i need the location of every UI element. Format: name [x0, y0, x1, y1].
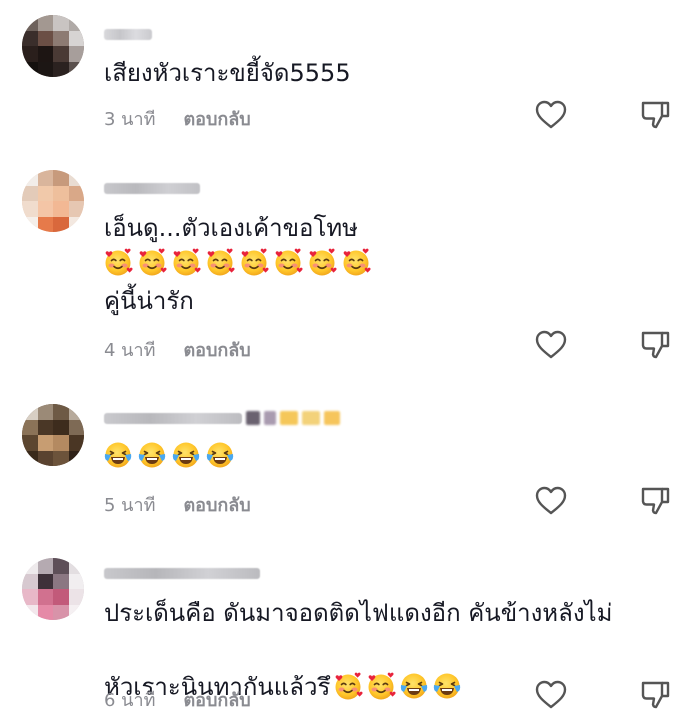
reply-button[interactable]: ตอบกลับ	[183, 685, 250, 714]
comment-meta: 3 นาที ตอบกลับ	[104, 104, 251, 133]
comment-meta: 5 นาที ตอบกลับ	[104, 490, 251, 519]
emoji-row	[103, 247, 371, 277]
comment-text: เอ็นดู...ตัวเองเค้าขอโทษ	[104, 214, 358, 242]
smiling-face-with-hearts-emoji	[366, 671, 396, 701]
heart-icon[interactable]	[534, 98, 568, 132]
avatar[interactable]	[22, 170, 84, 232]
emoji-inline	[330, 673, 462, 701]
smiling-face-with-hearts-emoji	[341, 247, 371, 277]
dislike-icon[interactable]	[639, 98, 673, 132]
username[interactable]	[104, 180, 200, 196]
timestamp: 6 นาที	[104, 690, 156, 711]
emoji-row	[103, 440, 235, 470]
dislike-icon[interactable]	[639, 484, 673, 518]
avatar[interactable]	[22, 404, 84, 466]
smiling-face-with-hearts-emoji	[239, 247, 269, 277]
username[interactable]	[104, 565, 260, 581]
smiling-face-with-hearts-emoji	[333, 671, 363, 701]
avatar[interactable]	[22, 15, 84, 77]
reply-button[interactable]: ตอบกลับ	[183, 335, 250, 364]
reply-button[interactable]: ตอบกลับ	[183, 104, 250, 133]
comment-meta: 4 นาที ตอบกลับ	[104, 335, 251, 364]
heart-icon[interactable]	[534, 328, 568, 362]
dislike-icon[interactable]	[639, 678, 673, 712]
face-with-tears-of-joy-emoji	[205, 440, 235, 470]
smiling-face-with-hearts-emoji	[205, 247, 235, 277]
dislike-icon[interactable]	[639, 328, 673, 362]
comment-text: เสียงหัวเราะขยี้จัด5555	[104, 59, 351, 87]
heart-icon[interactable]	[534, 484, 568, 518]
smiling-face-with-hearts-emoji	[273, 247, 303, 277]
smiling-face-with-hearts-emoji	[137, 247, 167, 277]
smiling-face-with-hearts-emoji	[103, 247, 133, 277]
smiling-face-with-hearts-emoji	[171, 247, 201, 277]
timestamp: 3 นาที	[104, 109, 156, 130]
username[interactable]	[104, 410, 340, 426]
reply-button[interactable]: ตอบกลับ	[183, 490, 250, 519]
smiling-face-with-hearts-emoji	[307, 247, 337, 277]
face-with-tears-of-joy-emoji	[103, 440, 133, 470]
face-with-tears-of-joy-emoji	[171, 440, 201, 470]
avatar[interactable]	[22, 558, 84, 620]
timestamp: 5 นาที	[104, 495, 156, 516]
face-with-tears-of-joy-emoji	[399, 671, 429, 701]
timestamp: 4 นาที	[104, 340, 156, 361]
heart-icon[interactable]	[534, 678, 568, 712]
username[interactable]	[104, 26, 152, 42]
face-with-tears-of-joy-emoji	[137, 440, 167, 470]
comment-text-line: คู่นี้น่ารัก	[104, 287, 194, 315]
comment-text: ประเด็นคือ ดันมาจอดติดไฟแดงอีก คันข้างหล…	[104, 599, 613, 627]
face-with-tears-of-joy-emoji	[432, 671, 462, 701]
comment-meta: 6 นาที ตอบกลับ	[104, 685, 251, 714]
